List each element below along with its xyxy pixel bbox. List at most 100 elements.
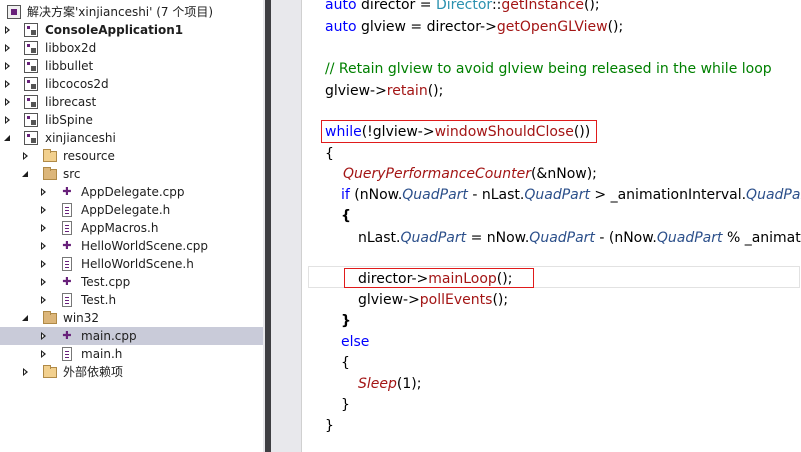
editor-margin (273, 0, 301, 452)
header-file-icon (62, 347, 72, 361)
file-node[interactable]: HelloWorldScene.h (0, 255, 263, 273)
code-line: { (341, 355, 350, 371)
solution-icon (7, 5, 21, 19)
file-node[interactable]: main.h (0, 345, 263, 363)
expand-arrow-icon[interactable] (38, 327, 50, 345)
expand-arrow-icon[interactable] (38, 273, 50, 291)
file-label: HelloWorldScene.cpp (81, 239, 209, 253)
file-label: AppDelegate.h (81, 203, 171, 217)
folder-label: src (63, 167, 81, 181)
code-line: } (341, 397, 350, 413)
panel-splitter[interactable] (263, 0, 273, 452)
collapse-arrow-icon[interactable] (20, 165, 32, 183)
expand-arrow-icon[interactable] (20, 363, 32, 381)
header-file-icon (62, 221, 72, 235)
expand-arrow-icon[interactable] (2, 75, 14, 93)
file-label: Test.cpp (81, 275, 131, 289)
file-label: Test.h (81, 293, 117, 307)
file-node[interactable]: ✚ Test.cpp (0, 273, 263, 291)
project-label: librecast (45, 95, 97, 109)
folder-node-external-dependencies[interactable]: 外部依赖项 (0, 363, 263, 381)
expand-arrow-icon[interactable] (20, 147, 32, 165)
code-line: else (341, 334, 370, 350)
file-label: HelloWorldScene.h (81, 257, 194, 271)
code-line: Sleep(1); (358, 376, 422, 392)
project-icon (24, 77, 38, 91)
code-line: auto glview = director->getOpenGLView(); (325, 19, 624, 35)
folder-label: resource (63, 149, 115, 163)
project-node-libspine[interactable]: libSpine (0, 111, 263, 129)
code-comment: // Retain glview to avoid glview being r… (325, 61, 772, 77)
expand-arrow-icon[interactable] (2, 21, 14, 39)
expand-arrow-icon[interactable] (38, 345, 50, 363)
folder-node-resource[interactable]: resource (0, 147, 263, 165)
folder-label: win32 (63, 311, 100, 325)
expand-arrow-icon[interactable] (38, 255, 50, 273)
file-label: AppDelegate.cpp (81, 185, 185, 199)
project-node-libbullet[interactable]: libbullet (0, 57, 263, 75)
expand-arrow-icon[interactable] (2, 39, 14, 57)
code-line: } (325, 418, 334, 434)
code-line: glview->pollEvents(); (358, 292, 509, 308)
project-icon (24, 95, 38, 109)
expand-arrow-icon[interactable] (38, 291, 50, 309)
expand-arrow-icon[interactable] (38, 201, 50, 219)
project-label: libSpine (45, 113, 93, 127)
file-node[interactable]: ✚ AppDelegate.cpp (0, 183, 263, 201)
collapse-arrow-icon[interactable] (2, 129, 14, 147)
code-editor[interactable]: auto director = Director::getInstance();… (301, 0, 801, 452)
project-icon (24, 59, 38, 73)
header-file-icon (62, 257, 72, 271)
solution-label: 解决方案'xinjianceshi' (7 个项目) (27, 5, 214, 19)
expand-arrow-icon[interactable] (2, 93, 14, 111)
project-node-librecast[interactable]: librecast (0, 93, 263, 111)
file-label: main.cpp (81, 329, 137, 343)
code-line: { (325, 146, 334, 162)
cpp-file-icon: ✚ (62, 239, 72, 252)
project-node-xinjianceshi[interactable]: xinjianceshi (0, 129, 263, 147)
project-label: ConsoleApplication1 (45, 23, 184, 37)
expand-arrow-icon[interactable] (38, 219, 50, 237)
scrollbar-thumb[interactable] (265, 0, 271, 452)
file-node[interactable]: AppMacros.h (0, 219, 263, 237)
highlight-box-while (321, 120, 597, 143)
folder-node-win32[interactable]: win32 (0, 309, 263, 327)
file-node-selected[interactable]: ✚ main.cpp (0, 327, 263, 345)
code-line: { (341, 208, 351, 224)
expand-arrow-icon[interactable] (38, 237, 50, 255)
expand-arrow-icon[interactable] (38, 183, 50, 201)
collapse-arrow-icon[interactable] (20, 309, 32, 327)
project-label: libbullet (45, 59, 94, 73)
project-node-libbox2d[interactable]: libbox2d (0, 39, 263, 57)
expand-arrow-icon[interactable] (2, 111, 14, 129)
project-icon (24, 41, 38, 55)
project-node-consoleapplication1[interactable]: ConsoleApplication1 (0, 21, 263, 39)
project-icon (24, 113, 38, 127)
cpp-file-icon: ✚ (62, 275, 72, 288)
highlight-box-mainloop (344, 268, 534, 288)
code-line: QueryPerformanceCounter(&nNow); (343, 166, 597, 182)
solution-node[interactable]: 解决方案'xinjianceshi' (7 个项目) (0, 3, 263, 21)
expand-arrow-icon[interactable] (2, 57, 14, 75)
project-icon (24, 23, 38, 37)
code-line: } (341, 313, 351, 329)
file-node[interactable]: ✚ HelloWorldScene.cpp (0, 237, 263, 255)
code-line: nLast.QuadPart = nNow.QuadPart - (nNow.Q… (358, 230, 801, 246)
project-label: libcocos2d (45, 77, 109, 91)
folder-label: 外部依赖项 (63, 365, 124, 379)
solution-explorer: 解决方案'xinjianceshi' (7 个项目) ConsoleApplic… (0, 0, 263, 452)
cpp-file-icon: ✚ (62, 185, 72, 198)
file-label: main.h (81, 347, 123, 361)
project-label: libbox2d (45, 41, 97, 55)
folder-node-src[interactable]: src (0, 165, 263, 183)
cpp-file-icon: ✚ (62, 329, 72, 342)
project-icon (24, 131, 38, 145)
code-line: auto director = Director::getInstance(); (325, 0, 600, 13)
file-node[interactable]: AppDelegate.h (0, 201, 263, 219)
code-line: glview->retain(); (325, 83, 444, 99)
project-label: xinjianceshi (45, 131, 116, 145)
external-dependencies-icon (43, 365, 57, 378)
file-node[interactable]: Test.h (0, 291, 263, 309)
project-node-libcocos2d[interactable]: libcocos2d (0, 75, 263, 93)
file-label: AppMacros.h (81, 221, 159, 235)
